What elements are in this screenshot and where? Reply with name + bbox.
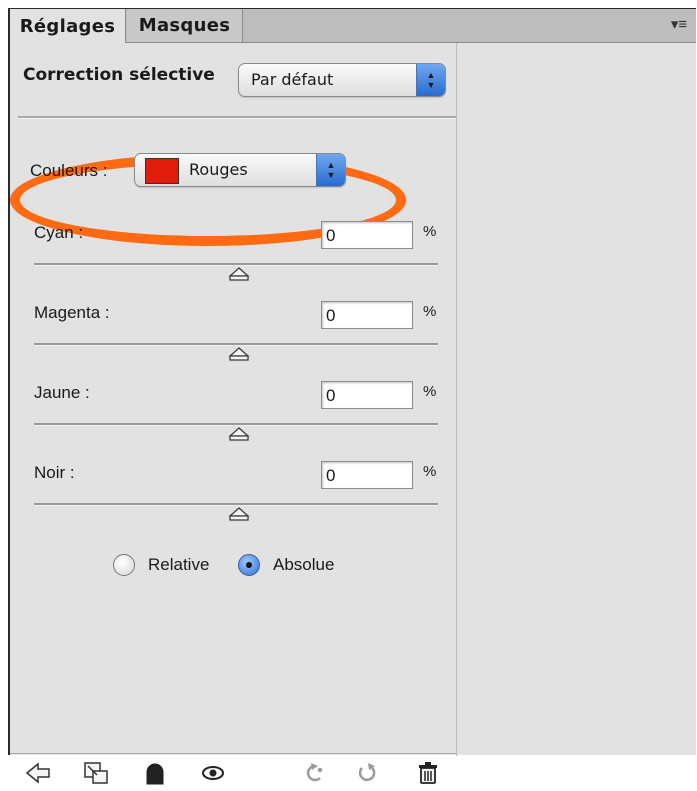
relative-radio-label[interactable]: Relative <box>148 555 209 575</box>
slider-label-magenta: Magenta : <box>34 303 110 322</box>
tab-reglages[interactable]: Réglages <box>10 9 126 43</box>
cyan-slider-thumb-icon[interactable] <box>229 267 249 281</box>
colors-select-value: Rouges <box>189 160 248 179</box>
jaune-value-field[interactable]: 0 <box>321 381 413 409</box>
preset-select[interactable]: Par défaut ▲ ▼ <box>238 63 446 97</box>
magenta-value-field[interactable]: 0 <box>321 301 413 329</box>
noir-slider-thumb-icon[interactable] <box>229 507 249 521</box>
preset-select-value: Par défaut <box>251 70 334 89</box>
magenta-unit: % <box>423 303 437 320</box>
relative-radio[interactable] <box>113 554 135 576</box>
noir-value-field[interactable]: 0 <box>321 461 413 489</box>
jaune-slider-track[interactable] <box>34 423 438 426</box>
colors-label: Couleurs : <box>30 161 108 180</box>
tab-bar: Réglages Masques ▾≡ <box>10 9 696 43</box>
clip-to-layer-icon[interactable] <box>82 760 110 786</box>
reset-icon[interactable] <box>353 760 381 786</box>
slider-label-jaune: Jaune : <box>34 383 90 402</box>
slider-label-noir: Noir : <box>34 463 75 482</box>
cyan-value-field[interactable]: 0 <box>321 221 413 249</box>
panel-footer-toolbar <box>10 753 456 791</box>
divider <box>18 116 456 119</box>
absolue-radio-label[interactable]: Absolue <box>273 555 334 575</box>
panel-menu-icon[interactable]: ▾≡ <box>666 16 692 34</box>
previous-state-icon[interactable] <box>299 760 327 786</box>
select-stepper-icon: ▲ ▼ <box>316 154 345 186</box>
layer-visibility-mask-icon[interactable] <box>141 760 169 786</box>
jaune-slider-thumb-icon[interactable] <box>229 427 249 441</box>
back-arrow-icon[interactable] <box>24 760 52 786</box>
cyan-unit: % <box>423 223 437 240</box>
cyan-slider-track[interactable] <box>34 263 438 266</box>
trash-icon[interactable] <box>414 760 442 786</box>
noir-slider-track[interactable] <box>34 503 438 506</box>
tab-masques[interactable]: Masques <box>127 9 243 42</box>
colors-select[interactable]: Rouges ▲ ▼ <box>134 153 346 187</box>
adjustment-title: Correction sélective <box>23 65 215 85</box>
jaune-unit: % <box>423 383 437 400</box>
color-swatch <box>145 158 179 184</box>
absolue-radio[interactable] <box>238 554 260 576</box>
select-stepper-icon: ▲ ▼ <box>416 64 445 96</box>
magenta-slider-thumb-icon[interactable] <box>229 347 249 361</box>
adjustments-panel: Réglages Masques ▾≡ Correction sélective… <box>8 8 696 785</box>
slider-label-cyan: Cyan : <box>34 223 84 242</box>
noir-unit: % <box>423 463 437 480</box>
eye-icon[interactable] <box>199 760 227 786</box>
magenta-slider-track[interactable] <box>34 343 438 346</box>
adjustment-content: Correction sélective Par défaut ▲ ▼ Coule… <box>10 43 457 785</box>
